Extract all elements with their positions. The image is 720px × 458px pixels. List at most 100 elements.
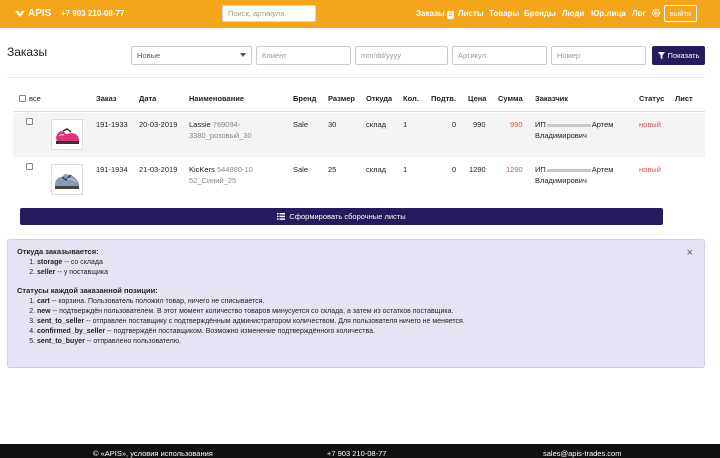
status-select-value: Новые [137, 51, 161, 60]
list-item: seller -- у поставщика [37, 268, 695, 278]
product-name-text: KicKers [189, 165, 215, 174]
status-badge[interactable]: новый [639, 164, 661, 175]
date-input[interactable]: mm/dd/yyyy [355, 46, 448, 65]
statuses-heading: Статусы каждой заказанной позиции: [17, 286, 158, 295]
footer-email[interactable]: sales@apis-trades.com [543, 449, 621, 458]
table-header: все Заказ Дата Наименование Бренд Размер… [13, 90, 705, 112]
redacted-name [546, 123, 591, 127]
brand-logo[interactable]: APIS [14, 8, 51, 19]
product-sku-tail: 3380_розовый_30 [189, 131, 252, 140]
logout-button[interactable]: выйти [664, 5, 697, 22]
col-status[interactable]: Статус [639, 94, 664, 103]
select-all-checkbox[interactable] [19, 95, 26, 102]
status-text: -- корзина. Пользователь положил товар, … [49, 298, 265, 305]
show-button[interactable]: Показать [652, 46, 705, 65]
price: 990 [473, 120, 486, 129]
footer-copyright[interactable]: © «APIS», условия использования [93, 449, 213, 458]
nav-orders-label: Заказы [416, 9, 445, 18]
status-select[interactable]: Новые [131, 46, 252, 65]
nav-products[interactable]: Товары [489, 9, 519, 18]
row-checkbox[interactable] [26, 118, 33, 125]
customer-prefix: ИП [535, 165, 546, 174]
close-icon[interactable]: × [687, 247, 693, 259]
customer[interactable]: ИП Артем Владимирович [535, 164, 635, 186]
redacted-name [546, 168, 591, 172]
col-sum[interactable]: Сумма [498, 94, 523, 103]
sum: 990 [510, 120, 523, 129]
source-key: storage [37, 259, 63, 266]
col-from[interactable]: Откуда [366, 94, 392, 103]
col-date[interactable]: Дата [139, 94, 156, 103]
gear-icon[interactable] [651, 8, 661, 18]
nav-brands[interactable]: Бренды [524, 9, 556, 18]
search-input[interactable] [222, 5, 316, 22]
source-key: seller [37, 269, 56, 276]
col-qty[interactable]: Кол. [403, 94, 419, 103]
product-name-text: Lassie [189, 120, 211, 129]
chevron-down-icon [240, 53, 246, 57]
status-text: -- подтверждён пользователем. В этот мом… [50, 308, 454, 315]
col-sheet[interactable]: Лист [675, 94, 693, 103]
table-row: 191-1933 20-03-2019 Lassie 769094- 3380_… [13, 113, 705, 157]
date-placeholder: mm/dd/yyyy [361, 51, 402, 60]
sources-list: storage -- со склада seller -- у поставщ… [17, 258, 695, 278]
status-text: -- подтверждён поставщиком. Возможно изм… [105, 328, 375, 335]
nav-people[interactable]: Люди [562, 9, 584, 18]
number-input[interactable]: Номер [551, 46, 646, 65]
nav-sheets[interactable]: Листы [458, 9, 484, 18]
nav-log[interactable]: Лог [632, 9, 646, 18]
brand: Sale [293, 165, 309, 174]
list-icon [277, 213, 286, 220]
col-confirmed[interactable]: Подтв. [431, 94, 456, 103]
top-navbar: APIS +7 903 210-08-77 Заказы2 Листы Това… [0, 0, 720, 28]
sum: 1290 [506, 165, 523, 174]
col-order[interactable]: Заказ [96, 94, 117, 103]
quantity: 1 [403, 165, 408, 174]
col-price[interactable]: Цена [468, 94, 486, 103]
order-number: 191-1933 [96, 120, 128, 129]
article-input[interactable]: Артикул [452, 46, 547, 65]
list-item: cart -- корзина. Пользователь положил то… [37, 297, 695, 307]
status-text: -- отправлен поставщику с подтверждённым… [84, 318, 465, 325]
col-size[interactable]: Размер [328, 94, 355, 103]
customer-prefix: ИП [535, 120, 546, 129]
product-sku-tail: 52_Синий_25 [189, 176, 237, 185]
col-customer[interactable]: Заказчик [535, 94, 568, 103]
status-badge[interactable]: новый [639, 119, 661, 130]
status-key: new [37, 308, 51, 315]
select-all-label: все [29, 94, 41, 103]
product-sku: 544880-10 [216, 165, 253, 174]
row-checkbox[interactable] [26, 163, 33, 170]
product-name: Lassie 769094- 3380_розовый_30 [189, 119, 284, 141]
nav-legal-entities[interactable]: Юр.лица [591, 9, 626, 18]
article-placeholder: Артикул [458, 51, 486, 60]
info-alert: × Откуда заказывается: storage -- со скл… [7, 239, 705, 368]
customer[interactable]: ИП Артем Владимирович [535, 119, 635, 141]
nav-orders[interactable]: Заказы 2 [416, 9, 455, 19]
product-thumbnail[interactable] [51, 164, 83, 195]
list-item: sent_to_buyer -- отправлено пользователю… [37, 337, 695, 347]
customer-patronymic: Владимирович [535, 176, 587, 185]
list-item: storage -- со склада [37, 258, 695, 268]
list-item: sent_to_seller -- отправлен поставщику с… [37, 317, 695, 327]
header-phone: +7 903 210-08-77 [61, 9, 125, 18]
footer-phone: +7 903 210-08-77 [327, 449, 387, 458]
product-thumbnail[interactable] [51, 119, 83, 150]
col-brand[interactable]: Бренд [293, 94, 316, 103]
size: 25 [328, 165, 337, 174]
col-name[interactable]: Наименование [189, 94, 244, 103]
quantity: 1 [403, 120, 408, 129]
make-sheets-button[interactable]: Сформировать сборочные листы [20, 208, 663, 225]
list-item: new -- подтверждён пользователем. В этот… [37, 307, 695, 317]
customer-first-name: Артем [591, 120, 614, 129]
footer: © «APIS», условия использования +7 903 2… [0, 444, 720, 458]
order-date: 20-03-2019 [139, 120, 178, 129]
source: склад [366, 165, 387, 174]
filter-icon [657, 52, 665, 59]
list-item: confirmed_by_seller -- подтверждён поста… [37, 327, 695, 337]
statuses-list: cart -- корзина. Пользователь положил то… [17, 297, 695, 347]
logo-icon [15, 10, 25, 17]
price: 1290 [469, 165, 486, 174]
client-input[interactable]: Клиент [256, 46, 351, 65]
status-key: confirmed_by_seller [37, 328, 106, 335]
